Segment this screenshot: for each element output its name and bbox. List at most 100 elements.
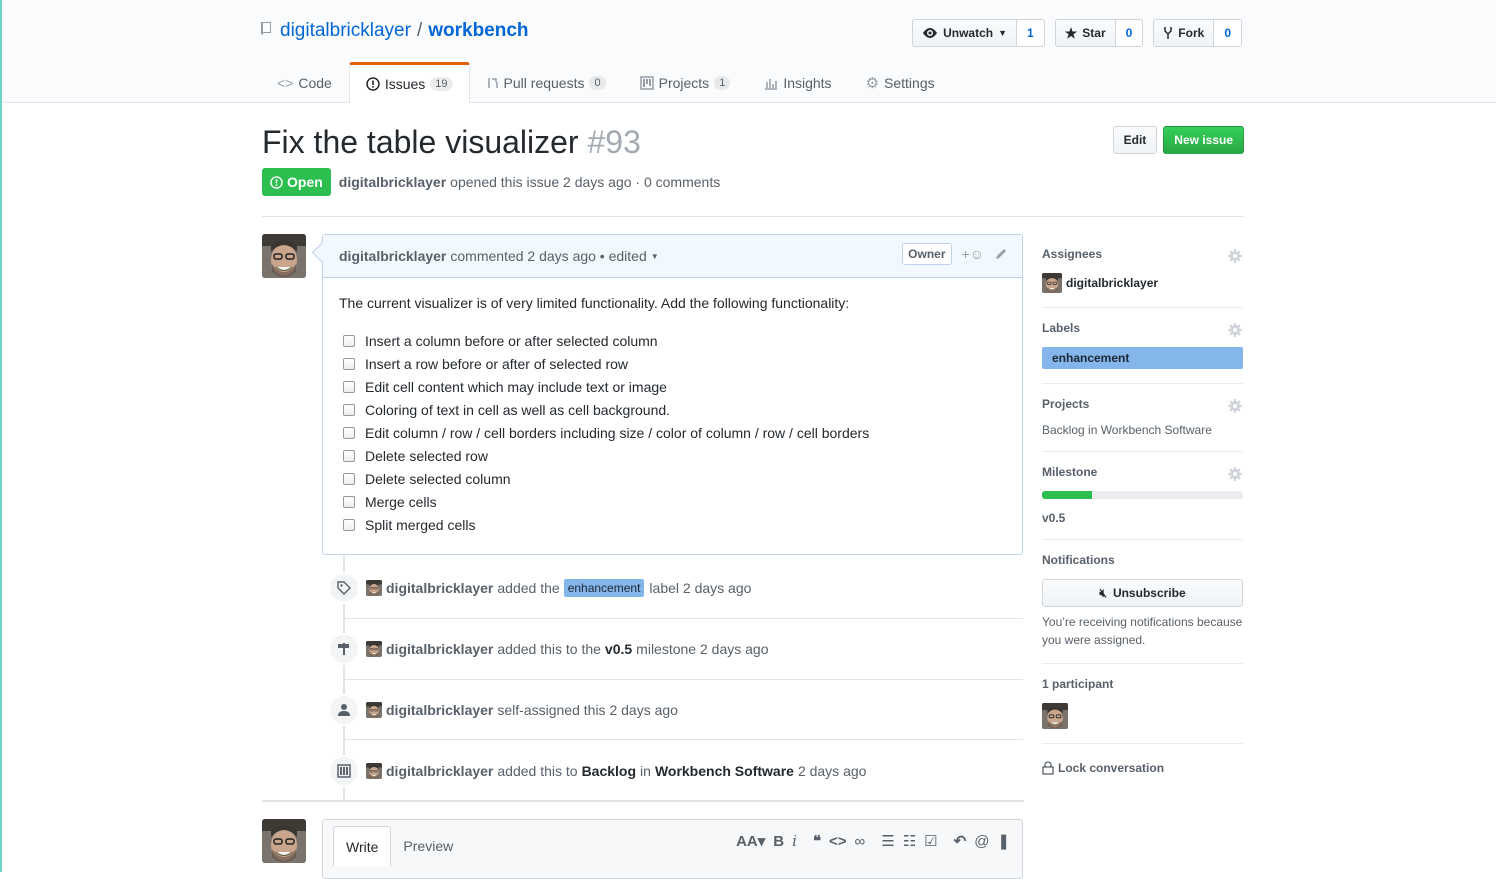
gear-icon[interactable] [1227,322,1243,338]
star-icon: ★ [1064,24,1078,41]
bookmark-icon[interactable]: ❚ [997,832,1010,850]
task-checkbox[interactable] [343,380,355,393]
milestone-link[interactable]: v0.5 [605,641,632,657]
task-checkbox[interactable] [343,403,355,416]
task-checkbox[interactable] [343,472,355,485]
lock-conversation-link[interactable]: Lock conversation [1042,744,1243,775]
avatar[interactable] [262,234,306,278]
avatar[interactable] [262,819,306,863]
comment-body: The current visualizer is of very limite… [323,278,1022,553]
comment-intro: The current visualizer is of very limite… [339,295,850,311]
task-list-icon[interactable]: ☑ [924,832,937,850]
bullet-list-icon[interactable]: ☰ [881,832,894,850]
task-checkbox[interactable] [343,357,355,370]
avatar[interactable] [366,579,382,596]
numbered-list-icon[interactable]: ☷ [903,832,916,850]
event-actor-link[interactable]: digitalbricklayer [386,580,493,596]
event-text: added the [497,579,560,596]
issue-opened-icon [366,77,380,91]
eye-icon [923,28,938,38]
tab-projects[interactable]: Projects 1 [623,62,748,102]
caret-down-icon[interactable]: ▼ [651,252,659,261]
project-card-link[interactable]: Backlog in Workbench Software [1042,423,1243,437]
tab-settings-label: Settings [884,74,935,91]
code-icon[interactable]: <> [829,833,847,850]
event-actor-link[interactable]: digitalbricklayer [386,641,493,657]
bold-icon[interactable]: B [773,833,784,850]
text-size-icon[interactable]: AA▾ [736,832,765,850]
gear-icon[interactable] [1227,248,1243,264]
quote-icon[interactable]: ❝ [813,832,821,850]
task-list-item: Coloring of text in cell as well as cell… [343,398,1006,421]
task-checkbox[interactable] [343,334,355,347]
tab-code[interactable]: <> Code [260,62,349,102]
issue-author-link[interactable]: digitalbricklayer [339,174,446,190]
gear-icon[interactable] [1227,466,1243,482]
italic-icon[interactable]: i [792,832,797,850]
task-list-item: Merge cells [343,490,1006,513]
comment-meta[interactable]: commented 2 days ago • edited [450,248,646,264]
tab-pull-requests[interactable]: Pull requests 0 [470,62,623,102]
issue-title-text: Fix the table visualizer [262,124,579,160]
avatar[interactable] [366,762,382,779]
label-enhancement[interactable]: enhancement [1042,347,1243,369]
status-badge: Open [262,168,331,196]
stargazers-count[interactable]: 0 [1115,19,1144,47]
comment-header: digitalbricklayer commented 2 days ago •… [323,235,1022,278]
task-list-item: Split merged cells [343,513,1006,536]
projects-counter: 1 [714,75,731,90]
tab-settings[interactable]: ⚙ Settings [849,62,952,102]
project-link[interactable]: Workbench Software [655,763,794,779]
mute-icon: 🔇︎ [1099,585,1107,600]
task-text: Delete selected row [365,447,488,464]
task-text: Delete selected column [365,470,511,487]
edit-button[interactable]: Edit [1112,126,1158,154]
header-divider [262,216,1244,217]
repo-icon [260,21,274,37]
assignees-heading: Assignees [1042,247,1103,261]
fork-group: Fork 0 [1153,19,1242,47]
watch-group: Unwatch ▼ 1 [912,19,1045,47]
fork-button[interactable]: Fork [1153,19,1215,47]
timeline-event-assigned: digitalbricklayer self-assigned this 2 d… [328,679,1023,740]
issue-header: Fix the table visualizer #93 Edit New is… [262,122,1244,196]
unwatch-button[interactable]: Unwatch ▼ [912,19,1018,47]
gear-icon[interactable] [1227,398,1243,414]
tab-write[interactable]: Write [333,826,392,866]
event-actor-link[interactable]: digitalbricklayer [386,702,493,718]
timeline-event-project: digitalbricklayer added this to Backlog … [328,740,1023,801]
tab-preview[interactable]: Preview [391,826,465,866]
avatar[interactable] [366,640,382,657]
task-list-item: Insert a column before or after selected… [343,329,1006,352]
task-checkbox[interactable] [343,495,355,508]
assignee[interactable]: digitalbricklayer [1042,273,1243,293]
star-button[interactable]: ★ Star [1054,19,1116,47]
event-actor-link[interactable]: digitalbricklayer [386,763,493,779]
tab-insights[interactable]: Insights [747,62,848,102]
task-checkbox[interactable] [343,518,355,531]
avatar[interactable] [366,701,382,718]
label-enhancement[interactable]: enhancement [563,578,645,597]
mention-icon[interactable]: @ [974,833,989,850]
sidebar-projects: Projects Backlog in Workbench Software [1042,384,1243,452]
milestone-link[interactable]: v0.5 [1042,511,1243,525]
comment-author-link[interactable]: digitalbricklayer [339,248,446,264]
participant-avatar[interactable] [1042,703,1068,729]
repo-owner-link[interactable]: digitalbricklayer [280,20,411,42]
issue-number: #93 [587,124,641,160]
pencil-icon[interactable] [994,247,1008,261]
link-icon[interactable]: ∞ [855,833,866,850]
event-text: added this to [497,762,578,779]
new-issue-button[interactable]: New issue [1163,126,1244,154]
add-reaction-icon[interactable]: +☺ [962,246,984,262]
project-column-link[interactable]: Backlog [582,763,636,779]
forks-count[interactable]: 0 [1214,19,1242,47]
task-checkbox[interactable] [343,449,355,462]
repo-name-link[interactable]: workbench [428,20,528,42]
tab-issues[interactable]: Issues 19 [348,62,470,103]
unsubscribe-button[interactable]: 🔇︎ Unsubscribe [1042,579,1243,607]
watchers-count[interactable]: 1 [1017,19,1045,47]
task-checkbox[interactable] [343,426,355,439]
task-text: Insert a row before or after of selected… [365,355,629,372]
reply-icon[interactable]: ↶ [954,832,967,850]
